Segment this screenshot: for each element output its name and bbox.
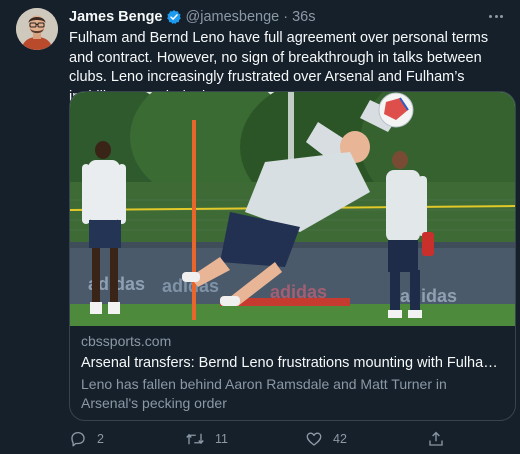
tweet-header: James Benge @jamesbenge · 36s <box>69 8 315 26</box>
tweet-actions: 2 11 42 <box>69 428 509 450</box>
person-avatar-icon <box>16 8 58 50</box>
like-button[interactable]: 42 <box>305 428 347 450</box>
card-meta: cbssports.com Arsenal transfers: Bernd L… <box>81 332 506 413</box>
heart-icon <box>306 432 322 446</box>
reply-icon <box>71 431 85 447</box>
svg-text:adidas: adidas <box>400 286 457 306</box>
tweet-timestamp[interactable]: 36s <box>292 8 315 26</box>
link-preview-card[interactable]: adidas adidas adidas adidas <box>69 91 516 421</box>
author-avatar[interactable] <box>16 8 58 50</box>
share-icon <box>429 431 443 446</box>
more-options-icon[interactable] <box>486 6 506 26</box>
separator-dot: · <box>283 9 289 25</box>
card-description: Leno has fallen behind Aaron Ramsdale an… <box>81 376 447 411</box>
card-domain: cbssports.com <box>81 333 172 349</box>
retweet-count: 11 <box>215 432 228 446</box>
tweet[interactable]: James Benge @jamesbenge · 36s Fulham and… <box>0 0 520 454</box>
retweet-icon <box>186 433 204 445</box>
share-button[interactable] <box>427 428 445 450</box>
reply-count: 2 <box>97 432 104 446</box>
author-name[interactable]: James Benge <box>69 8 163 26</box>
goalkeeper-training-photo: adidas adidas adidas adidas <box>70 92 515 326</box>
verified-badge-icon <box>166 9 182 25</box>
retweet-button[interactable]: 11 <box>185 428 228 450</box>
reply-button[interactable]: 2 <box>69 428 104 450</box>
like-count: 42 <box>333 432 347 446</box>
card-title[interactable]: Arsenal transfers: Bernd Leno frustratio… <box>81 354 506 373</box>
author-handle[interactable]: @jamesbenge <box>186 8 280 26</box>
card-image[interactable]: adidas adidas adidas adidas <box>70 92 515 326</box>
